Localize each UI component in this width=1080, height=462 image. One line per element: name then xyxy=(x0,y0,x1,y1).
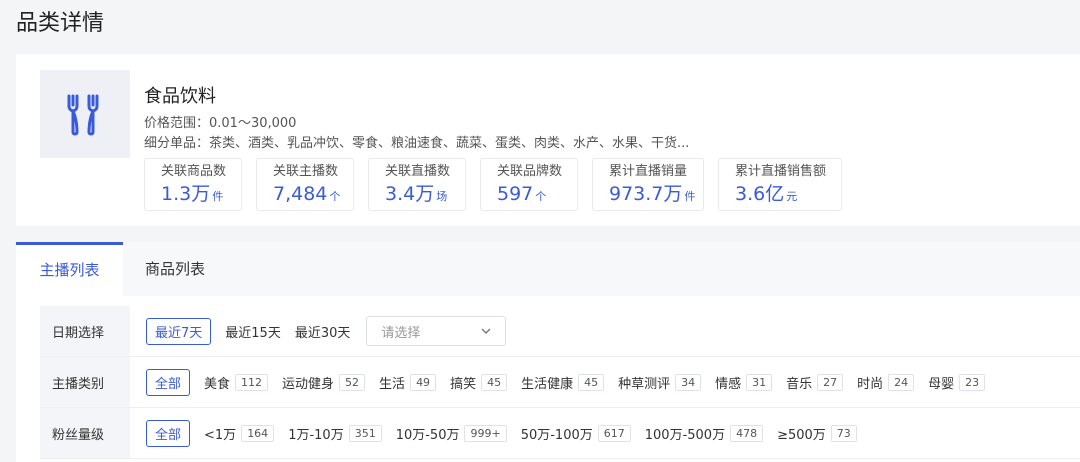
stat-value: 1.3万件 xyxy=(161,183,224,205)
count-badge: 999+ xyxy=(464,424,507,442)
tabs-panel: 主播列表 商品列表 日期选择 最近7天 最近15天 最近30天 请选择 主播类别… xyxy=(16,242,1080,462)
stat-box-sales-amount: 累计直播销售额 3.6亿元 xyxy=(718,158,842,211)
count-badge: 31 xyxy=(746,373,773,391)
date-range-select[interactable]: 请选择 xyxy=(366,316,507,346)
count-badge: 164 xyxy=(241,424,275,442)
filters: 日期选择 最近7天 最近15天 最近30天 请选择 主播类别 全部 美食 112 … xyxy=(40,306,1080,459)
stat-label: 关联商品数 xyxy=(161,164,227,179)
anchor-type-option[interactable]: 运动健身 52 xyxy=(282,373,366,392)
anchor-type-option[interactable]: 种草测评 34 xyxy=(618,373,702,392)
category-card: 食品饮料 价格范围：0.01～30,000 细分单品：茶类、酒类、乳品冲饮、零食… xyxy=(16,54,1080,226)
anchor-type-option[interactable]: 搞笑 45 xyxy=(450,373,508,392)
stat-value: 7,484 个 xyxy=(273,183,341,205)
date-option-7d[interactable]: 最近7天 xyxy=(146,317,212,345)
anchor-type-option[interactable]: 母婴 23 xyxy=(928,373,986,392)
stat-box-sales-volume: 累计直播销量 973.7万件 xyxy=(592,158,704,211)
stat-box-lives: 关联直播数 3.4万场 xyxy=(368,158,466,211)
anchor-type-option[interactable]: 音乐 27 xyxy=(786,373,844,392)
stat-value: 3.4万场 xyxy=(385,183,448,205)
stat-label: 关联直播数 xyxy=(385,164,451,179)
anchor-type-option[interactable]: 情感 31 xyxy=(715,373,773,392)
page-title: 品类详情 xyxy=(16,11,105,36)
count-badge: 34 xyxy=(675,373,702,391)
filter-options: 最近7天 最近15天 最近30天 请选择 xyxy=(130,316,507,346)
filter-label: 粉丝量级 xyxy=(40,408,130,458)
stat-value: 3.6亿元 xyxy=(735,183,798,205)
stat-label: 累计直播销售额 xyxy=(735,164,827,179)
filter-row-date: 日期选择 最近7天 最近15天 最近30天 请选择 xyxy=(40,306,1080,357)
category-price-range: 价格范围：0.01～30,000 xyxy=(144,116,297,131)
stat-value: 973.7万件 xyxy=(609,183,696,205)
tab-bar: 主播列表 商品列表 xyxy=(16,242,1080,296)
tab-strip-background xyxy=(123,242,1080,296)
fans-option[interactable]: 1万-10万 351 xyxy=(288,424,382,443)
chevron-down-icon xyxy=(481,328,491,334)
count-badge: 24 xyxy=(888,373,915,391)
fans-option[interactable]: 10万-50万 999+ xyxy=(396,424,507,443)
filter-label: 日期选择 xyxy=(40,306,130,356)
filter-options: 全部 美食 112 运动健身 52 生活 49 搞笑 45 生活健康 45 种草测评 34 … xyxy=(130,368,999,396)
fans-option[interactable]: 50万-100万 617 xyxy=(521,424,631,443)
stat-value: 597 个 xyxy=(497,183,547,205)
category-sub-items: 细分单品：茶类、酒类、乳品冲饮、零食、粮油速食、蔬菜、蛋类、肉类、水产、水果、干… xyxy=(144,136,690,151)
count-badge: 73 xyxy=(830,424,857,442)
anchor-type-option[interactable]: 美食 112 xyxy=(204,373,269,392)
filter-label: 主播类别 xyxy=(40,357,130,407)
anchor-type-option[interactable]: 时尚 24 xyxy=(857,373,915,392)
stat-box-brands: 关联品牌数 597 个 xyxy=(480,158,578,211)
utensils-icon xyxy=(67,94,99,136)
date-option-15d[interactable]: 最近15天 xyxy=(225,322,281,341)
stats-row: 关联商品数 1.3万件 关联主播数 7,484 个 关联直播数 3.4万场 关联品… xyxy=(144,158,856,211)
count-badge: 23 xyxy=(959,373,986,391)
stat-label: 累计直播销量 xyxy=(609,164,688,179)
fans-option[interactable]: <1万 164 xyxy=(204,424,275,443)
count-badge: 45 xyxy=(578,373,605,391)
anchor-type-all[interactable]: 全部 xyxy=(146,368,191,396)
category-name: 食品饮料 xyxy=(144,86,216,107)
date-select-placeholder: 请选择 xyxy=(381,325,421,341)
fans-option[interactable]: 100万-500万 478 xyxy=(645,424,764,443)
count-badge: 27 xyxy=(817,373,844,391)
filter-options: 全部 <1万 164 1万-10万 351 10万-50万 999+ 50万-100万… xyxy=(130,419,871,447)
count-badge: 52 xyxy=(339,373,366,391)
count-badge: 617 xyxy=(597,424,631,442)
category-icon-box xyxy=(40,70,130,158)
filter-row-anchor-type: 主播类别 全部 美食 112 运动健身 52 生活 49 搞笑 45 生活健康 45 种草… xyxy=(40,357,1080,408)
date-option-30d[interactable]: 最近30天 xyxy=(295,322,351,341)
count-badge: 49 xyxy=(410,373,437,391)
stat-label: 关联主播数 xyxy=(273,164,339,179)
count-badge: 478 xyxy=(730,424,764,442)
tab-anchor-list[interactable]: 主播列表 xyxy=(16,242,123,296)
filter-row-fans: 粉丝量级 全部 <1万 164 1万-10万 351 10万-50万 999+ 50万… xyxy=(40,408,1080,459)
stat-box-anchors: 关联主播数 7,484 个 xyxy=(256,158,354,211)
anchor-type-option[interactable]: 生活健康 45 xyxy=(521,373,605,392)
count-badge: 351 xyxy=(348,424,382,442)
fans-option[interactable]: ≥500万 73 xyxy=(777,424,857,443)
stat-label: 关联品牌数 xyxy=(497,164,563,179)
count-badge: 45 xyxy=(481,373,508,391)
stat-box-products: 关联商品数 1.3万件 xyxy=(144,158,242,211)
tab-product-list[interactable]: 商品列表 xyxy=(123,242,227,296)
anchor-type-option[interactable]: 生活 49 xyxy=(379,373,437,392)
count-badge: 112 xyxy=(235,373,269,391)
fans-all[interactable]: 全部 xyxy=(146,419,191,447)
